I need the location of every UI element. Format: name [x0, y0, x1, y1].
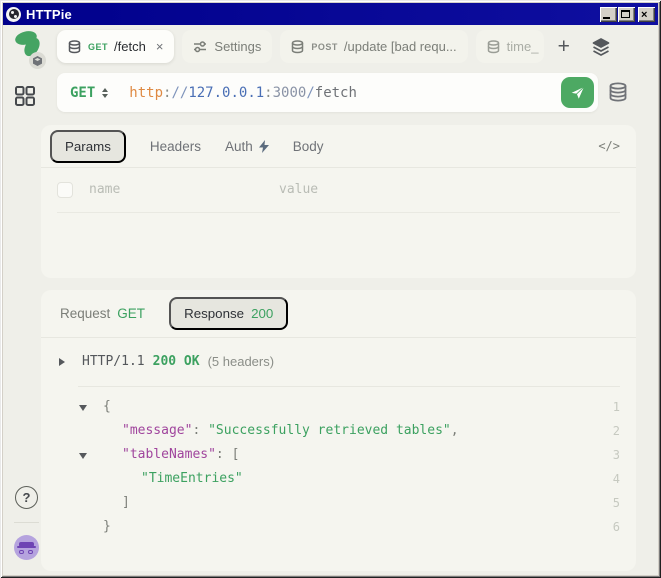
- param-row-divider: [57, 212, 620, 213]
- tab-close-icon[interactable]: ×: [156, 40, 164, 53]
- close-button[interactable]: ×: [638, 7, 655, 22]
- line-number: 5: [613, 491, 620, 515]
- param-name-input[interactable]: name: [89, 182, 279, 197]
- tab-method-label: POST: [311, 42, 338, 52]
- url-row: GET http://127.0.0.1:3000/fetch: [57, 73, 631, 112]
- minimize-button[interactable]: [600, 7, 617, 22]
- collapse-down-icon[interactable]: [79, 453, 87, 459]
- user-avatar[interactable]: [14, 535, 39, 560]
- json-line: ]5: [41, 491, 636, 515]
- param-row: name value: [41, 167, 636, 212]
- response-status-line[interactable]: HTTP/1.1 200 OK (5 headers): [41, 337, 636, 386]
- sidebar-divider: [14, 522, 39, 523]
- exchange-tabs: Request GET Response 200: [41, 290, 636, 337]
- tab-headers[interactable]: Headers: [150, 139, 201, 154]
- tab-time[interactable]: time_: [476, 30, 544, 63]
- collection-db-icon: [487, 40, 500, 54]
- window-titlebar[interactable]: HTTPie ×: [3, 3, 658, 25]
- tab-body[interactable]: Body: [293, 139, 324, 154]
- summary-divider: [78, 386, 620, 387]
- tab-response[interactable]: Response 200: [169, 297, 288, 330]
- response-status-badge: 200: [251, 306, 273, 321]
- collapse-right-icon[interactable]: [59, 358, 65, 366]
- response-panel: Request GET Response 200 HTTP/1.1 200 OK…: [41, 290, 636, 571]
- json-line: }6: [41, 515, 636, 539]
- line-number: 2: [613, 419, 620, 443]
- settings-sliders-icon: [193, 40, 207, 53]
- auth-bolt-icon: [259, 140, 269, 153]
- json-line: "message": "Successfully retrieved table…: [41, 419, 636, 443]
- maximize-icon: [621, 10, 630, 18]
- httpie-window-icon: [6, 7, 21, 22]
- history-db-icon[interactable]: [605, 78, 631, 108]
- json-line: {1: [41, 395, 636, 419]
- request-tabbar: GET /fetch × Settings POST: [51, 25, 658, 68]
- response-body-json: {1"message": "Successfully retrieved tab…: [41, 395, 636, 539]
- status-ok-label: 200 OK: [153, 354, 200, 369]
- request-editor-tabs: Params Headers Auth Body </>: [41, 125, 636, 167]
- line-number: 1: [613, 395, 620, 419]
- window-controls: ×: [600, 7, 655, 22]
- request-method-label: GET: [117, 306, 145, 321]
- method-label: GET: [70, 85, 95, 101]
- code-view-icon[interactable]: </>: [598, 139, 620, 153]
- new-tab-button[interactable]: +: [558, 37, 570, 57]
- tab-settings[interactable]: Settings: [182, 30, 272, 63]
- tab-title: Settings: [214, 39, 261, 54]
- httpie-logo-icon[interactable]: [10, 29, 48, 69]
- app-window: HTTPie ×: [0, 0, 661, 578]
- maximize-button[interactable]: [618, 7, 635, 22]
- tab-post-update[interactable]: POST /update [bad requ...: [280, 30, 467, 63]
- line-number: 6: [613, 515, 620, 539]
- param-value-input[interactable]: value: [279, 182, 318, 197]
- method-selector[interactable]: GET: [70, 85, 108, 101]
- local-badge-icon: [29, 52, 46, 69]
- close-icon: ×: [641, 9, 647, 21]
- tab-overview-layers-icon[interactable]: [591, 37, 611, 57]
- collection-db-icon: [291, 40, 304, 54]
- url-input[interactable]: http://127.0.0.1:3000/fetch: [129, 85, 357, 101]
- collection-db-icon: [68, 40, 81, 54]
- json-line: "tableNames": [3: [41, 443, 636, 467]
- paper-plane-icon: [569, 85, 586, 101]
- collapse-down-icon[interactable]: [79, 405, 87, 411]
- json-line: "TimeEntries"4: [41, 467, 636, 491]
- tab-params[interactable]: Params: [50, 130, 126, 163]
- line-number: 4: [613, 467, 620, 491]
- tab-get-fetch[interactable]: GET /fetch ×: [57, 30, 174, 63]
- tab-request[interactable]: Request GET: [60, 306, 145, 321]
- window-title: HTTPie: [26, 7, 72, 22]
- help-icon[interactable]: ?: [15, 486, 38, 509]
- tab-title: time_: [507, 39, 539, 54]
- send-button[interactable]: [561, 77, 594, 108]
- protocol-label: HTTP/1.1: [82, 354, 145, 369]
- tab-method-label: GET: [88, 42, 108, 52]
- minimize-icon: [603, 17, 610, 19]
- request-editor-panel: Params Headers Auth Body </> name value: [41, 125, 636, 278]
- headers-count-label: (5 headers): [208, 354, 274, 369]
- url-bar[interactable]: GET http://127.0.0.1:3000/fetch: [57, 73, 598, 112]
- spaces-grid-icon[interactable]: [13, 83, 39, 109]
- tab-title: /update [bad requ...: [344, 39, 457, 54]
- app-content: ? GET /fetch ×: [3, 25, 658, 575]
- tab-auth[interactable]: Auth: [225, 139, 269, 154]
- tab-title: /fetch: [114, 39, 146, 54]
- line-number: 3: [613, 443, 620, 467]
- param-checkbox[interactable]: [57, 182, 73, 198]
- method-dropdown-arrows-icon: [102, 88, 108, 98]
